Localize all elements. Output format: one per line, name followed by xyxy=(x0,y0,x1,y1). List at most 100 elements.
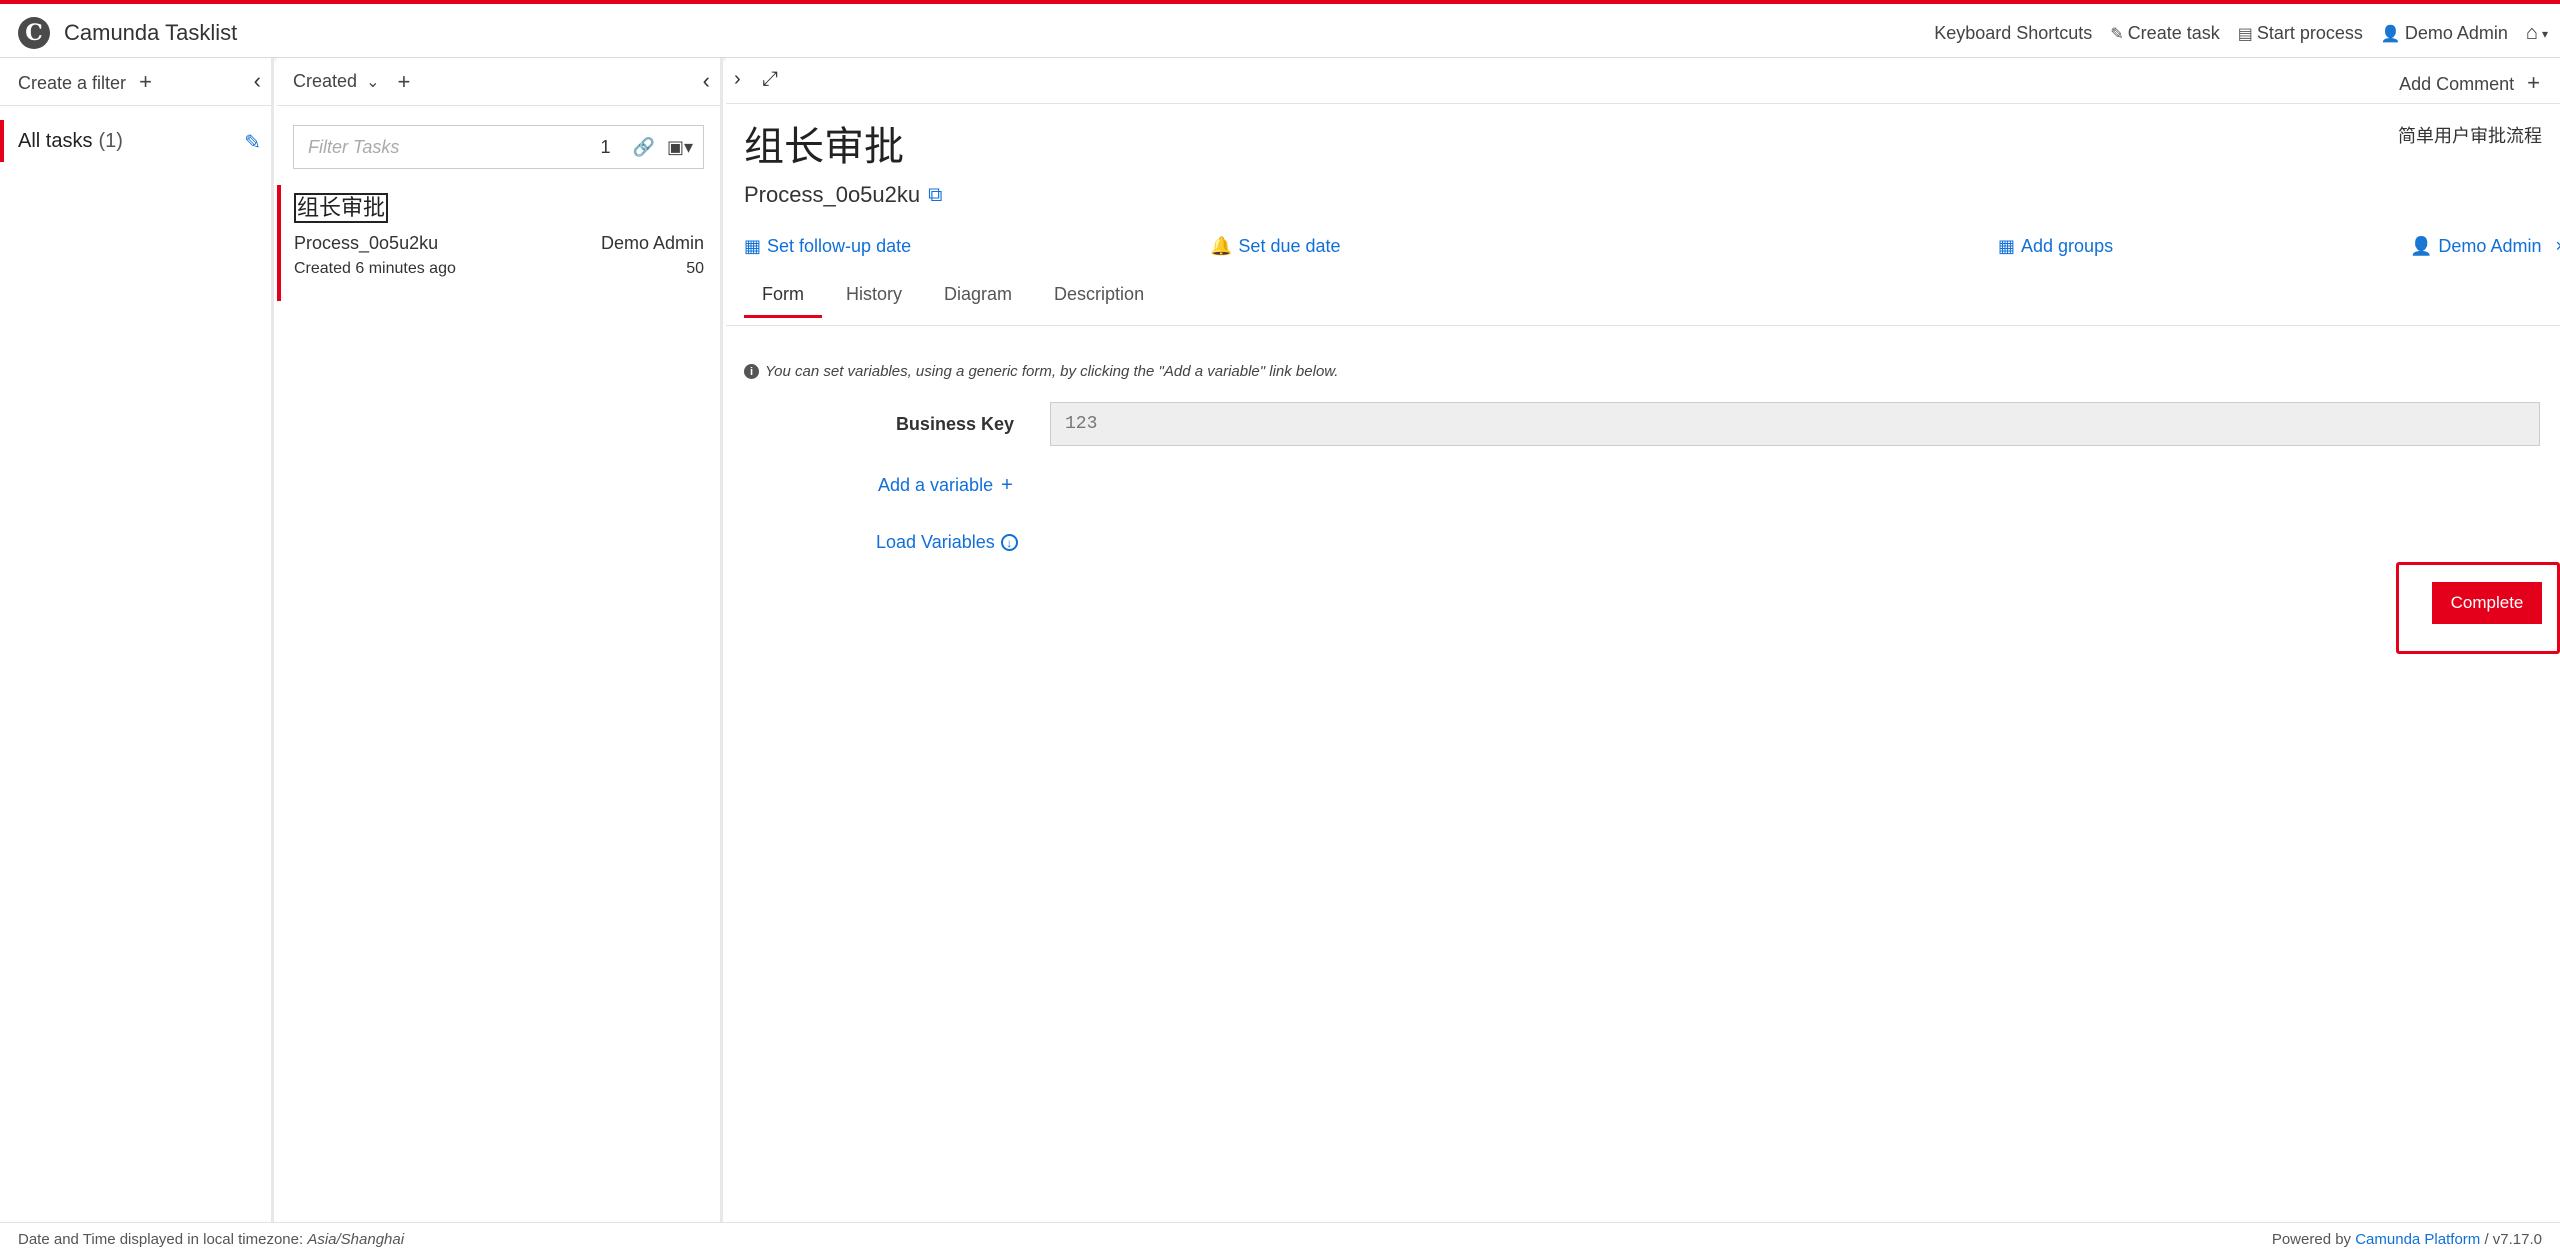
create-task-label: Create task xyxy=(2127,23,2220,43)
tab-description[interactable]: Description xyxy=(1036,278,1162,318)
home-icon: ⌂ xyxy=(2525,22,2538,44)
business-key-input[interactable] xyxy=(1050,402,2540,446)
load-variables-label: Load Variables xyxy=(876,532,995,552)
top-nav: Keyboard Shortcuts ✎ Create task ▤ Start… xyxy=(1916,22,2548,45)
timezone-value: Asia/Shanghai xyxy=(307,1231,405,1248)
task-card[interactable]: 组长审批 Process_0o5u2ku Demo Admin Created … xyxy=(277,185,720,301)
process-definition-name: 简单用户审批流程 xyxy=(2398,126,2542,146)
download-icon: ↓ xyxy=(1000,534,1018,551)
keyboard-shortcuts-link[interactable]: Keyboard Shortcuts xyxy=(1934,23,2092,44)
link-icon[interactable]: 🔗 xyxy=(633,137,655,158)
process-name: Process_0o5u2ku ⧉ xyxy=(744,182,942,208)
app-title: Camunda Tasklist xyxy=(64,20,238,45)
plus-icon: + xyxy=(2527,70,2540,95)
filter-label: All tasks xyxy=(18,129,93,152)
add-comment-link[interactable]: Add Comment + xyxy=(2399,70,2540,96)
tabs-divider xyxy=(726,325,2560,326)
user-name: Demo Admin xyxy=(2404,23,2508,43)
task-name[interactable]: 组长审批 xyxy=(294,193,389,223)
filter-tasks-input[interactable] xyxy=(308,136,601,158)
detail-header: › ⤢ Add Comment + xyxy=(726,58,2560,104)
info-icon: i xyxy=(744,364,759,379)
assignee-link[interactable]: 👤 Demo Admin × xyxy=(2410,236,2560,257)
plus-icon: + xyxy=(1001,474,1013,496)
powered-by: Powered by Camunda Platform / v7.17.0 xyxy=(2272,1231,2542,1248)
task-detail-panel: › ⤢ Add Comment + 组长审批 简单用户审批流程 Process_… xyxy=(726,58,2560,1222)
brand[interactable]: C Camunda Tasklist xyxy=(18,17,237,49)
start-process-link[interactable]: ▤ Start process xyxy=(2238,23,2363,44)
form-hint-text: You can set variables, using a generic f… xyxy=(765,363,1339,380)
load-variables-link[interactable]: Load Variables ↓ xyxy=(876,532,1018,553)
user-icon: 👤 xyxy=(2410,236,2433,256)
chevron-left-icon[interactable]: ‹ xyxy=(254,68,261,94)
calendar-icon: ▦ xyxy=(744,236,762,256)
task-title: 组长审批 xyxy=(744,125,904,169)
add-variable-label: Add a variable xyxy=(878,475,994,495)
user-icon: 👤 xyxy=(2380,25,2401,43)
follow-up-label: Set follow-up date xyxy=(767,236,912,256)
filter-count: (1) xyxy=(98,129,123,152)
home-menu[interactable]: ⌂ ▾ xyxy=(2526,22,2548,45)
tab-history[interactable]: History xyxy=(828,278,920,318)
bell-icon: 🔔 xyxy=(1210,236,1233,256)
add-variable-link[interactable]: Add a variable + xyxy=(878,474,1013,497)
version-label: / v7.17.0 xyxy=(2484,1231,2542,1248)
task-row-created: Created 6 minutes ago 50 xyxy=(294,260,704,278)
timezone-prefix: Date and Time displayed in local timezon… xyxy=(18,1231,304,1248)
task-search-box: 1 🔗 ▣▾ xyxy=(293,125,704,169)
chevron-down-icon: ⌄ xyxy=(366,74,380,91)
task-list-header: Created ⌄ + ‹ xyxy=(277,58,720,106)
remove-assignee-icon[interactable]: × xyxy=(2555,236,2560,257)
top-header: C Camunda Tasklist Keyboard Shortcuts ✎ … xyxy=(0,0,2560,58)
add-groups-label: Add groups xyxy=(2021,236,2114,256)
camunda-platform-link[interactable]: Camunda Platform xyxy=(2355,1231,2480,1248)
filters-header: Create a filter + ‹ xyxy=(0,58,271,106)
task-created: Created 6 minutes ago xyxy=(294,260,456,277)
camunda-logo-icon: C xyxy=(18,17,50,49)
powered-by-label: Powered by xyxy=(2271,1231,2352,1248)
add-sorting-plus-icon[interactable]: + xyxy=(397,69,410,95)
tab-form[interactable]: Form xyxy=(744,278,822,318)
task-row-meta: Process_0o5u2ku Demo Admin xyxy=(294,233,704,254)
task-priority: 50 xyxy=(686,260,704,277)
user-menu[interactable]: 👤 Demo Admin xyxy=(2381,23,2508,44)
keyboard-shortcuts-label: Keyboard Shortcuts xyxy=(1934,23,2093,43)
sort-label: Created xyxy=(293,71,358,91)
complete-button[interactable]: Complete xyxy=(2432,582,2542,624)
start-process-label: Start process xyxy=(2256,23,2363,43)
task-process: Process_0o5u2ku xyxy=(294,233,439,253)
set-follow-up-date-link[interactable]: ▦ Set follow-up date xyxy=(744,236,911,257)
pencil-icon[interactable]: ✎ xyxy=(244,130,261,155)
filter-item-all-tasks[interactable]: All tasks (1) ✎ xyxy=(0,120,271,162)
form-hint: i You can set variables, using a generic… xyxy=(744,363,1338,380)
detail-tabs: Form History Diagram Description xyxy=(744,278,1168,318)
sort-dropdown[interactable]: Created ⌄ xyxy=(293,71,379,92)
paperclip-icon: ✎ xyxy=(2110,25,2124,43)
grid-icon: ▦ xyxy=(1998,236,2016,256)
save-icon[interactable]: ▣▾ xyxy=(667,137,693,158)
chevron-left-icon[interactable]: ‹ xyxy=(703,68,710,94)
footer: Date and Time displayed in local timezon… xyxy=(0,1222,2560,1252)
create-filter-link[interactable]: Create a filter + xyxy=(18,69,152,95)
assignee-label: Demo Admin xyxy=(2438,236,2542,256)
set-due-date-link[interactable]: 🔔 Set due date xyxy=(1210,236,1341,257)
search-result-count: 1 xyxy=(600,136,611,157)
chevron-right-icon[interactable]: › xyxy=(734,68,741,91)
create-task-link[interactable]: ✎ Create task xyxy=(2110,23,2219,44)
task-list-panel: Created ⌄ + ‹ 1 🔗 ▣▾ 组长审批 Process_0o5u2k… xyxy=(277,58,723,1222)
expand-icon[interactable]: ⤢ xyxy=(762,68,778,91)
external-link-icon[interactable]: ⧉ xyxy=(928,184,942,207)
task-assignee: Demo Admin xyxy=(600,233,704,253)
add-comment-label: Add Comment xyxy=(2399,74,2515,94)
caret-down-icon: ▾ xyxy=(2541,26,2548,41)
business-key-label: Business Key xyxy=(895,414,1014,434)
plus-icon: + xyxy=(139,68,152,94)
add-groups-link[interactable]: ▦ Add groups xyxy=(1998,236,2113,257)
filters-panel: Create a filter + ‹ All tasks (1) ✎ xyxy=(0,58,274,1222)
tab-diagram[interactable]: Diagram xyxy=(926,278,1030,318)
create-filter-label: Create a filter xyxy=(18,72,127,93)
process-name-label: Process_0o5u2ku xyxy=(744,182,921,207)
due-date-label: Set due date xyxy=(1238,236,1341,256)
list-icon: ▤ xyxy=(2237,25,2253,43)
timezone-note: Date and Time displayed in local timezon… xyxy=(18,1231,404,1248)
